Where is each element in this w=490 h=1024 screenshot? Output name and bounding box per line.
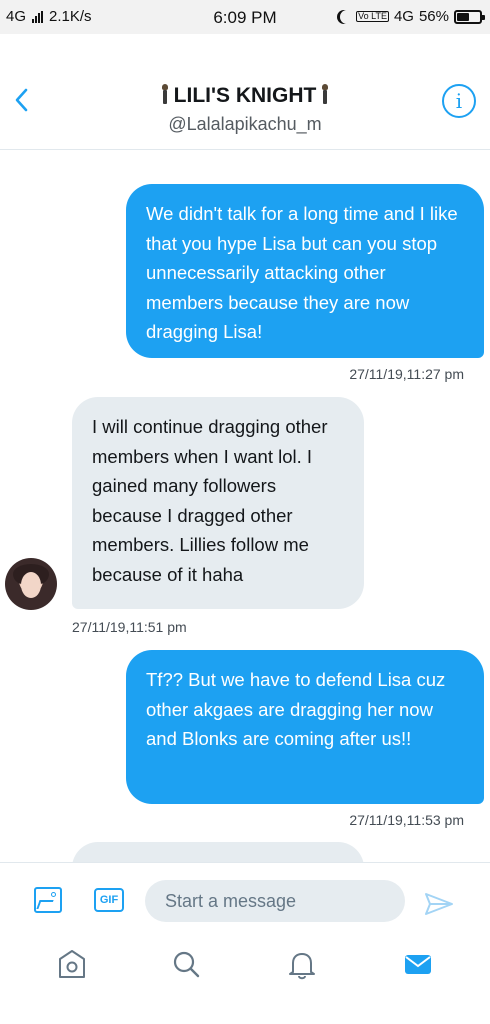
gif-button[interactable]: GIF: [94, 888, 124, 912]
knight-emoji-icon: [161, 84, 169, 104]
message-timestamp: 27/11/19,11:27 pm: [349, 366, 464, 382]
search-icon: [173, 951, 200, 978]
do-not-disturb-icon: [340, 10, 354, 24]
bottom-navigation: [0, 942, 490, 1024]
add-photo-button[interactable]: [34, 887, 62, 913]
image-icon: [51, 892, 56, 897]
conversation-handle: @Lalalapikachu_m: [168, 114, 322, 134]
message-input[interactable]: [145, 880, 405, 922]
battery-icon: [454, 9, 485, 24]
message-bubble-received[interactable]: I will continue dragging other members w…: [72, 397, 364, 609]
gif-icon: GIF: [99, 894, 119, 906]
message-composer: GIF: [0, 862, 490, 942]
message-bubble-sent[interactable]: We didn't talk for a long time and I lik…: [126, 184, 484, 358]
conversation-title: LILI'S KNIGHT: [0, 84, 490, 108]
knight-emoji-icon: [321, 84, 329, 104]
volte-badge: Vo LTE: [356, 11, 389, 22]
bell-icon: [289, 953, 315, 980]
network-type-right: 4G: [393, 8, 414, 25]
avatar[interactable]: [5, 558, 57, 610]
mail-icon: [405, 955, 431, 974]
nav-notifications[interactable]: [282, 944, 322, 984]
nav-messages[interactable]: [398, 944, 438, 984]
battery-percent: 56%: [418, 8, 449, 25]
info-icon: i: [455, 89, 463, 113]
message-timestamp: 27/11/19,11:53 pm: [349, 812, 464, 828]
info-button[interactable]: i: [442, 84, 476, 118]
status-bar: 4G 2.1K/s 6:09 PM Vo LTE 4G 56%: [0, 0, 490, 34]
send-icon: [425, 893, 453, 915]
image-icon-mountain: [36, 900, 54, 909]
conversation-header: LILI'S KNIGHT @Lalalapikachu_m i: [0, 34, 490, 150]
nav-home[interactable]: [52, 944, 92, 984]
send-button[interactable]: [424, 891, 454, 917]
message-timestamp: 27/11/19,11:51 pm: [72, 619, 187, 635]
home-icon: [59, 950, 85, 978]
message-bubble-sent[interactable]: Tf?? But we have to defend Lisa cuz othe…: [126, 650, 484, 804]
nav-search[interactable]: [166, 944, 206, 984]
conversation-name: LILI'S KNIGHT: [173, 84, 317, 107]
